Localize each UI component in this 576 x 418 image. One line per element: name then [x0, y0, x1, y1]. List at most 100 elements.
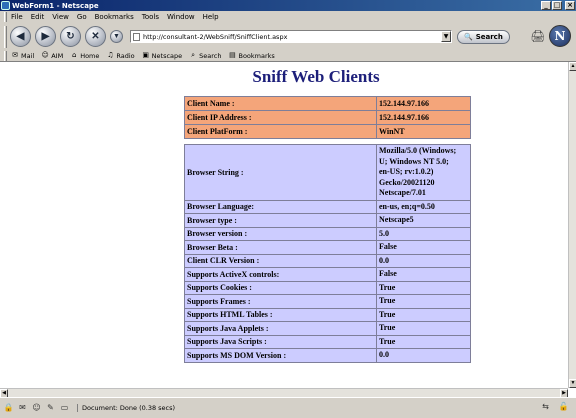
row-value: True [376, 294, 471, 309]
search-icon: ⌕ [191, 51, 196, 59]
row-value: 152.144.97.166 [376, 110, 471, 125]
mail-icon: ✉ [12, 51, 18, 59]
scroll-up-icon[interactable]: ▲ [569, 62, 576, 71]
row-label: Supports HTML Tables : [184, 307, 377, 322]
netscape-icon: ▣ [142, 51, 149, 59]
page-content: Sniff Web Clients Client Name : 152.144.… [0, 62, 568, 388]
personal-aim-button[interactable]: ☺ AIM [41, 52, 64, 60]
personal-bookmarks-button[interactable]: ▤ Bookmarks [228, 51, 275, 60]
row-value: True [376, 321, 471, 336]
aim-icon[interactable]: ☺ [31, 403, 42, 413]
table-row: Supports Java Applets : True [184, 321, 471, 336]
maximize-button[interactable]: □ [552, 1, 562, 10]
row-value: True [376, 307, 471, 322]
table-row: Browser Beta : False [184, 240, 471, 255]
page-icon [133, 32, 140, 41]
forward-arrow-icon: ▶ [41, 31, 50, 42]
print-icon[interactable]: 🖨 [528, 29, 548, 45]
url-input[interactable]: http://consultant-2/WebSniff/SniffClient… [143, 33, 441, 41]
row-label: Browser type : [184, 213, 377, 228]
row-label: Supports Frames : [184, 294, 377, 309]
stop-button[interactable]: ✕ [85, 26, 106, 47]
row-label: Browser String : [184, 144, 377, 201]
row-value: 0.0 [376, 253, 471, 268]
personal-item-label: Radio [116, 51, 135, 60]
table-row: Client PlatForm : WinNT [184, 124, 471, 139]
unlock-icon[interactable]: 🔓 [558, 402, 569, 412]
table-row: Supports Frames : True [184, 294, 471, 309]
address-book-icon[interactable]: ▭ [59, 403, 70, 413]
forward-button[interactable]: ▶ [35, 26, 56, 47]
table-row: Client CLR Version : 0.0 [184, 253, 471, 268]
table-row: Supports Java Scripts : True [184, 334, 471, 349]
back-button[interactable]: ◀ [10, 26, 31, 47]
menu-help[interactable]: Help [203, 13, 219, 21]
table-row: Browser version : 5.0 [184, 226, 471, 241]
row-value: False [376, 240, 471, 255]
toolbar-grip[interactable] [4, 12, 7, 22]
table-row: Browser String : Mozilla/5.0 (Windows; U… [184, 144, 471, 201]
url-go-button[interactable]: ▼ [110, 30, 123, 43]
close-button[interactable]: × [565, 1, 575, 10]
navigation-toolbar: ◀ ▶ ↻ ✕ ▼ http://consultant-2/WebSniff/S… [0, 23, 576, 50]
status-text: Document: Done (0.38 secs) [77, 404, 175, 412]
row-label: Browser version : [184, 226, 377, 241]
row-value: WinNT [376, 124, 471, 139]
personal-mail-button[interactable]: ✉ Mail [11, 52, 34, 60]
personal-home-button[interactable]: ⌂ Home [70, 52, 99, 60]
row-value: en-us, en;q=0.50 [376, 199, 471, 214]
reload-icon: ↻ [66, 31, 75, 42]
scroll-down-icon[interactable]: ▼ [569, 379, 576, 388]
personal-item-label: Netscape [151, 51, 183, 60]
search-icon: 🔍 [464, 32, 473, 41]
menu-edit[interactable]: Edit [31, 13, 45, 21]
url-history-dropdown[interactable]: ▼ [441, 31, 451, 42]
personal-item-label: Home [80, 51, 100, 60]
table-row: Supports ActiveX controls: False [184, 267, 471, 282]
row-value: Netscape5 [376, 213, 471, 228]
row-value: False [376, 267, 471, 282]
menu-file[interactable]: File [11, 13, 23, 21]
row-value: True [376, 280, 471, 295]
table-row: Browser type : Netscape5 [184, 213, 471, 228]
netscape-logo[interactable]: N [549, 25, 571, 47]
toolbar-grip[interactable] [4, 50, 7, 61]
page-title: Sniff Web Clients [252, 67, 380, 86]
vertical-scrollbar[interactable]: ▲ ▼ [568, 62, 576, 388]
url-bar[interactable]: http://consultant-2/WebSniff/SniffClient… [130, 30, 452, 43]
horizontal-scrollbar[interactable]: ◀ ▶ [0, 388, 568, 398]
browser-info-table: Browser String : Mozilla/5.0 (Windows; U… [184, 144, 471, 363]
back-arrow-icon: ◀ [16, 31, 25, 42]
row-label: Client PlatForm : [184, 124, 377, 139]
row-label: Supports Cookies : [184, 280, 377, 295]
mail-icon[interactable]: ✉ [17, 403, 28, 413]
table-row: Supports Cookies : True [184, 280, 471, 295]
table-row: Client IP Address : 152.144.97.166 [184, 110, 471, 125]
menu-bookmarks[interactable]: Bookmarks [95, 13, 134, 21]
row-value: True [376, 334, 471, 349]
online-status-icon[interactable]: ⇆ [540, 402, 551, 412]
personal-search-button[interactable]: ⌕ Search [189, 52, 221, 60]
window-title: WebForm1 - Netscape [12, 1, 99, 10]
toolbar-grip[interactable] [4, 25, 7, 48]
table-row: Supports HTML Tables : True [184, 307, 471, 322]
radio-icon: ♫ [107, 51, 114, 59]
status-right-icons: ⇆ 🔓 [536, 402, 572, 412]
menu-view[interactable]: View [52, 13, 69, 21]
table-row: Browser Language: en-us, en;q=0.50 [184, 199, 471, 214]
bookmarks-icon: ▤ [229, 51, 236, 59]
row-label: Supports Java Applets : [184, 321, 377, 336]
netscape-app-icon [1, 1, 10, 10]
personal-radio-button[interactable]: ♫ Radio [106, 52, 134, 60]
reload-button[interactable]: ↻ [60, 26, 81, 47]
search-button-label: Search [475, 32, 503, 41]
minimize-button[interactable]: _ [541, 1, 551, 10]
personal-netscape-button[interactable]: ▣ Netscape [142, 52, 182, 60]
search-button[interactable]: 🔍 Search [457, 29, 510, 44]
menu-go[interactable]: Go [77, 13, 87, 21]
row-value: 152.144.97.166 [376, 96, 471, 111]
composer-icon[interactable]: ✎ [45, 403, 56, 413]
menu-window[interactable]: Window [167, 13, 195, 21]
menu-tools[interactable]: Tools [142, 13, 159, 21]
security-lock-icon[interactable]: 🔒 [3, 403, 14, 413]
